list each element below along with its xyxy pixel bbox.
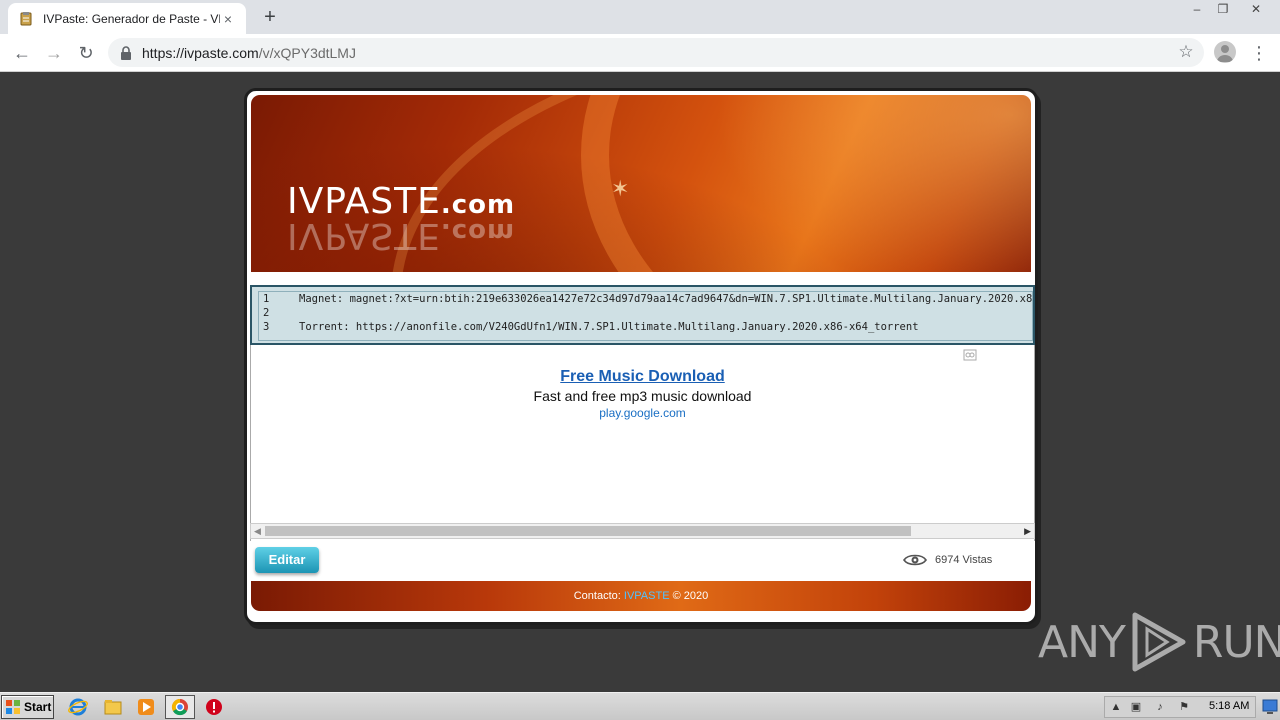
ad-area: Free Music Download Fast and free mp3 mu… <box>250 345 1035 541</box>
opera-icon[interactable] <box>204 697 226 717</box>
line-text: Magnet: magnet:?xt=urn:btih:219e633026ea… <box>299 293 1033 305</box>
views-label: 6974 Vistas <box>935 554 993 566</box>
forward-arrow-icon[interactable]: → <box>41 40 67 66</box>
edit-button[interactable]: Editar <box>255 547 319 573</box>
ad-title-link[interactable]: Free Music Download <box>251 368 1034 386</box>
line-text: Torrent: https://anonfile.com/V240GdUfn1… <box>299 321 919 333</box>
horizontal-scrollbar[interactable]: ◀ ▶ <box>250 523 1035 539</box>
footer-copyright: © 2020 <box>672 590 709 602</box>
new-tab-button[interactable]: + <box>258 6 282 30</box>
watermark-right: RUN <box>1192 616 1280 668</box>
url-path: /v/xQPY3dtLMJ <box>258 44 356 61</box>
chrome-taskbar-icon[interactable] <box>165 695 195 719</box>
restore-icon[interactable]: ❐ <box>1208 0 1238 20</box>
internet-explorer-icon[interactable] <box>68 697 90 717</box>
eye-icon <box>903 554 927 566</box>
lock-icon <box>120 45 134 60</box>
line-number: 2 <box>263 307 270 319</box>
site-footer: Contacto: IVPASTE © 2020 <box>251 581 1031 611</box>
scroll-left-icon[interactable]: ◀ <box>254 526 261 537</box>
star-icon[interactable]: ☆ <box>1176 42 1196 62</box>
start-button[interactable]: Start <box>1 695 54 719</box>
scrollbar-thumb[interactable] <box>265 526 911 536</box>
ad-description: Fast and free mp3 music download <box>533 388 752 404</box>
sparkle-icon: ✶ <box>611 176 630 201</box>
system-tray: ▲ ▣ ♪ ⚑ 5:18 AM <box>1104 696 1256 718</box>
media-player-icon[interactable] <box>136 697 158 717</box>
ad-url-link[interactable]: play.google.com <box>251 406 1034 420</box>
ivpaste-favicon-icon <box>18 11 34 27</box>
anyrun-watermark: ANY RUN <box>1038 610 1280 674</box>
volume-icon[interactable]: ♪ <box>1153 700 1167 714</box>
footer-contact-label: Contacto: <box>573 590 621 602</box>
watermark-left: ANY <box>1038 616 1126 668</box>
show-desktop-icon[interactable] <box>1262 697 1278 715</box>
paste-content[interactable]: 1 Magnet: magnet:?xt=urn:btih:219e633026e… <box>250 285 1035 345</box>
url-host: https://ivpaste.com <box>142 44 259 61</box>
close-window-icon[interactable]: ✕ <box>1240 0 1272 20</box>
banner-arc-decoration-inner <box>581 95 1031 272</box>
code-line: 1 Magnet: magnet:?xt=urn:btih:219e633026e… <box>259 292 1032 306</box>
logo-reflection: IVPASTE.com <box>287 215 515 256</box>
clock[interactable]: 5:18 AM <box>1209 700 1249 712</box>
tab-close-icon[interactable]: × <box>220 11 236 27</box>
profile-icon[interactable] <box>1214 41 1236 63</box>
windows-logo-icon <box>6 700 20 714</box>
paste-container: ✶ IVPASTE.com IVPASTE.com 1 Magnet: magne… <box>244 88 1038 625</box>
browser-toolbar: ← → ↻ https://ivpaste.com/v/xQPY3dtLMJ ☆… <box>0 34 1280 72</box>
tab-strip: IVPaste: Generador de Paste - VER PASTE … <box>0 0 1280 34</box>
taskbar: Start ▲ ▣ ♪ ⚑ 5:18 AM <box>0 692 1280 720</box>
footer-brand-link[interactable]: IVPASTE <box>624 590 670 602</box>
flag-icon[interactable]: ⚑ <box>1177 700 1191 714</box>
browser-tab[interactable]: IVPaste: Generador de Paste - VER PASTE … <box>8 3 246 34</box>
url-text: https://ivpaste.com/v/xQPY3dtLMJ <box>142 45 356 61</box>
paste-code-area[interactable]: 1 Magnet: magnet:?xt=urn:btih:219e633026e… <box>258 291 1033 341</box>
line-number: 3 <box>263 321 270 333</box>
logo-reflection-main: IVPASTE <box>287 215 441 256</box>
back-arrow-icon[interactable]: ← <box>9 40 35 66</box>
line-number: 1 <box>263 293 270 305</box>
play-logo-icon <box>1132 612 1186 672</box>
file-explorer-icon[interactable] <box>103 697 125 717</box>
tab-title: IVPaste: Generador de Paste - VER PASTE <box>43 11 220 26</box>
code-line: 2 <box>259 306 1032 320</box>
tray-expand-icon[interactable]: ▲ <box>1109 700 1123 714</box>
view-count: 6974 Vistas <box>903 553 992 567</box>
code-line: 3 Torrent: https://anonfile.com/V240GdUfn… <box>259 320 1032 334</box>
site-banner: ✶ IVPASTE.com IVPASTE.com <box>251 95 1031 272</box>
page-viewport: ✶ IVPASTE.com IVPASTE.com 1 Magnet: magne… <box>0 72 1280 692</box>
action-center-icon[interactable]: ▣ <box>1129 700 1143 714</box>
scroll-right-icon[interactable]: ▶ <box>1024 526 1031 537</box>
start-label: Start <box>24 700 52 714</box>
adchoices-icon[interactable] <box>963 349 977 361</box>
address-bar[interactable]: https://ivpaste.com/v/xQPY3dtLMJ <box>108 38 1204 67</box>
reload-icon[interactable]: ↻ <box>73 40 99 66</box>
logo-reflection-suffix: .com <box>440 217 516 247</box>
kebab-menu-icon[interactable]: ⋮ <box>1250 40 1268 66</box>
